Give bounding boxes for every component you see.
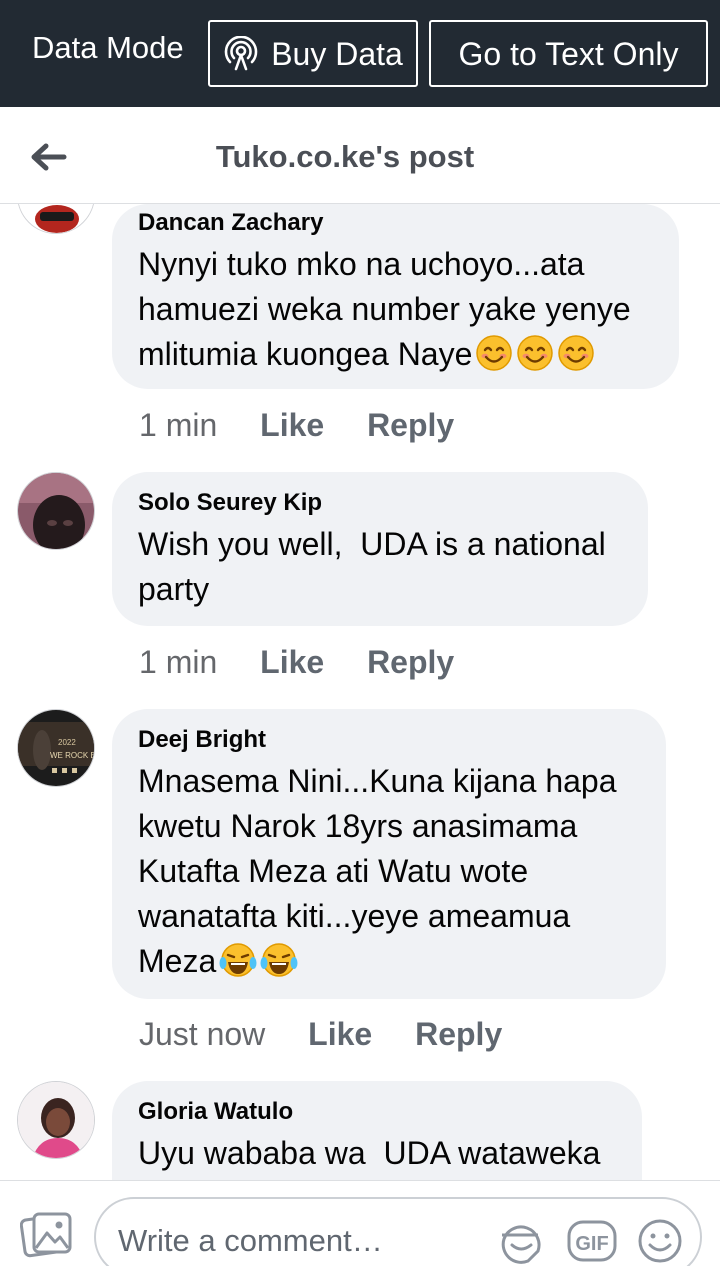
gif-label: GIF	[575, 1233, 608, 1255]
smiling-face-emoji	[476, 335, 513, 371]
reply-button[interactable]: Reply	[367, 407, 454, 443]
buy-data-label: Buy Data	[271, 35, 403, 72]
avatar[interactable]	[17, 1081, 95, 1159]
data-mode-bar: Data Mode Buy Data Go to Text Only	[0, 0, 720, 107]
profile-photo	[18, 473, 94, 549]
comment-author[interactable]: Gloria Watulo	[138, 1096, 616, 1128]
comment-timestamp: 1 min	[139, 407, 218, 443]
comment-timestamp: 1 min	[139, 644, 218, 680]
avatar[interactable]	[17, 204, 95, 234]
avatar-year-text: 2022	[58, 738, 76, 747]
comment-author[interactable]: Deej Bright	[138, 724, 640, 756]
comment-bubble[interactable]: Solo Seurey Kip Wish you well, UDA is a …	[112, 472, 648, 626]
avatar[interactable]: 2022 WE ROCK BA	[17, 709, 95, 787]
page-title: Tuko.co.ke's post	[215, 139, 475, 174]
avatar-caption-text: WE ROCK BA	[50, 751, 95, 760]
comment-bubble[interactable]: Gloria Watulo Uyu wababa wa UDA wataweka	[112, 1081, 642, 1180]
comment-actions: Just now Like Reply	[139, 1014, 536, 1054]
comment-placeholder: Write a comment…	[118, 1223, 383, 1258]
comment-actions: 1 min Like Reply	[139, 405, 488, 445]
comment-text-content: Mnasema Nini...Kuna kijana hapa kwetu Na…	[138, 763, 626, 979]
buy-data-button[interactable]: Buy Data	[208, 20, 418, 87]
smiling-face-emoji	[517, 335, 554, 371]
comment-text: Mnasema Nini...Kuna kijana hapa kwetu Na…	[138, 759, 640, 984]
tears-of-joy-emoji	[260, 943, 298, 977]
post-header: Tuko.co.ke's post	[0, 107, 720, 204]
data-mode-label: Data Mode	[32, 30, 184, 65]
comment-text: Nynyi tuko mko na uchoyo...ata hamuezi w…	[138, 242, 653, 377]
comment-input[interactable]: Write a comment… GIF	[94, 1197, 702, 1266]
like-button[interactable]: Like	[308, 1016, 372, 1052]
photo-icon[interactable]	[20, 1211, 74, 1261]
like-button[interactable]: Like	[260, 644, 324, 680]
comment-composer: Write a comment… GIF	[0, 1180, 720, 1266]
avatar[interactable]	[17, 472, 95, 550]
comment-bubble[interactable]: Deej Bright Mnasema Nini...Kuna kijana h…	[112, 709, 666, 999]
profile-photo: 2022 WE ROCK BA	[18, 710, 95, 786]
tears-of-joy-emoji	[219, 943, 257, 977]
comment-list: Dancan Zachary Nynyi tuko mko na uchoyo.…	[0, 204, 720, 1180]
comment-author[interactable]: Solo Seurey Kip	[138, 487, 622, 519]
sticker-icon[interactable]	[498, 1217, 546, 1265]
comment-text: Uyu wababa wa UDA wataweka	[138, 1135, 601, 1171]
comment-bubble[interactable]: Dancan Zachary Nynyi tuko mko na uchoyo.…	[112, 204, 679, 389]
reply-button[interactable]: Reply	[415, 1016, 502, 1052]
gif-icon[interactable]: GIF	[566, 1217, 618, 1265]
profile-photo	[18, 1082, 94, 1158]
broadcast-icon	[224, 35, 258, 70]
emoji-icon[interactable]	[636, 1217, 684, 1265]
text-only-button[interactable]: Go to Text Only	[429, 20, 708, 87]
comment-actions: 1 min Like Reply	[139, 642, 488, 682]
smiling-face-emoji	[558, 335, 595, 371]
comment-author[interactable]: Dancan Zachary	[138, 207, 653, 239]
profile-photo	[18, 204, 94, 233]
comment-text: Wish you well, UDA is a national party	[138, 526, 615, 607]
text-only-label: Go to Text Only	[458, 35, 679, 72]
comment-timestamp: Just now	[139, 1016, 266, 1052]
reply-button[interactable]: Reply	[367, 644, 454, 680]
like-button[interactable]: Like	[260, 407, 324, 443]
